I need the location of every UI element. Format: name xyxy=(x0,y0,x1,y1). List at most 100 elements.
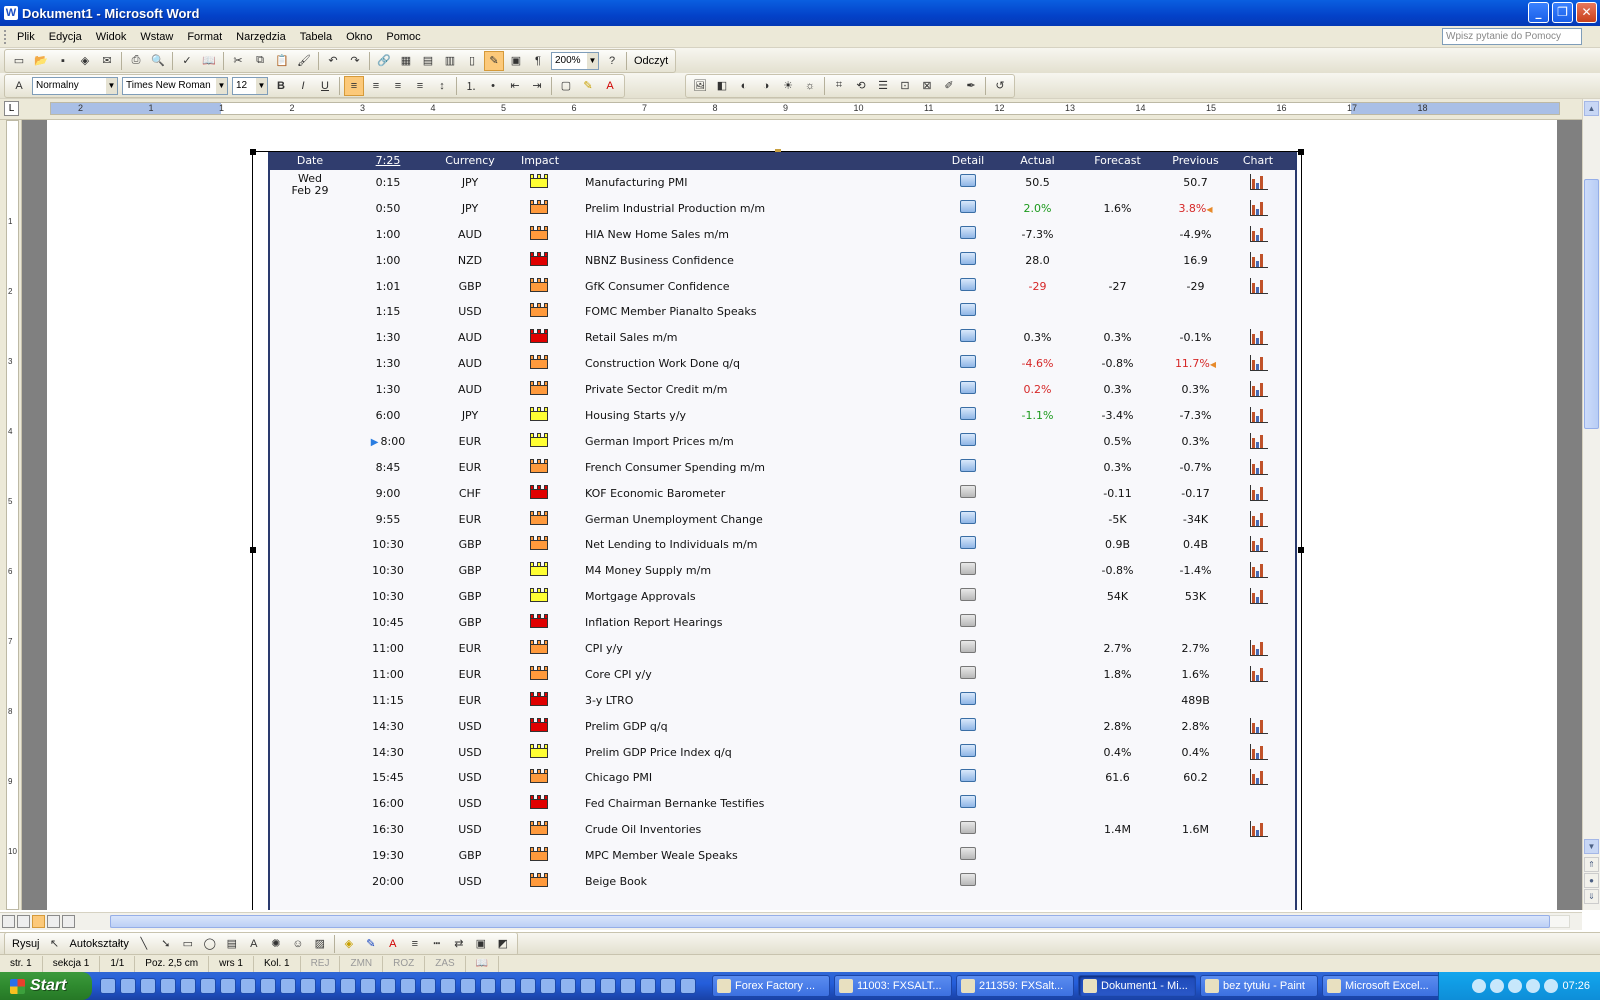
row-event[interactable]: Crude Oil Inventories xyxy=(585,823,701,836)
menu-item[interactable]: Plik xyxy=(10,26,42,48)
row-event[interactable]: Manufacturing PMI xyxy=(585,176,688,189)
close-button[interactable]: ✕ xyxy=(1576,2,1597,23)
hyperlink-icon[interactable]: 🔗 xyxy=(374,51,394,71)
help-search-input[interactable]: Wpisz pytanie do Pomocy xyxy=(1442,28,1582,45)
chart-icon[interactable] xyxy=(1250,277,1268,294)
shadow-icon[interactable]: ▣ xyxy=(471,934,491,954)
row-event[interactable]: German Unemployment Change xyxy=(585,513,763,526)
row-event[interactable]: Fed Chairman Bernanke Testifies xyxy=(585,797,764,810)
spelling-status-icon[interactable]: 📖 xyxy=(466,955,500,972)
impact-low-icon[interactable] xyxy=(530,562,548,577)
row-event[interactable]: Prelim GDP Price Index q/q xyxy=(585,746,732,759)
quick-launch-icon[interactable] xyxy=(300,978,316,994)
detail-icon[interactable] xyxy=(960,303,976,317)
quick-launch-icon[interactable] xyxy=(340,978,356,994)
chart-icon[interactable] xyxy=(1250,174,1268,190)
chart-icon[interactable] xyxy=(1250,355,1268,372)
impact-high-icon[interactable] xyxy=(530,484,548,499)
line-style-icon[interactable]: ☰ xyxy=(873,76,893,96)
reading-view-icon[interactable] xyxy=(62,915,75,928)
chart-icon[interactable] xyxy=(1250,381,1268,398)
row-event[interactable]: GfK Consumer Confidence xyxy=(585,280,730,293)
vertical-ruler-strip[interactable]: 1 2 3 4 5 6 7 8 9 10 xyxy=(6,120,19,910)
scroll-down-icon[interactable]: ▼ xyxy=(1584,839,1599,854)
cut-icon[interactable]: ✂ xyxy=(228,51,248,71)
format-picture-icon[interactable]: ✐ xyxy=(939,76,959,96)
impact-low-icon[interactable] xyxy=(530,174,548,188)
help-icon[interactable]: ? xyxy=(602,51,622,71)
quick-launch-icon[interactable] xyxy=(200,978,216,994)
oval-icon[interactable]: ◯ xyxy=(200,934,220,954)
resize-handle[interactable] xyxy=(250,547,256,553)
quick-launch-icon[interactable] xyxy=(440,978,456,994)
spelling-icon[interactable]: ✓ xyxy=(177,51,197,71)
quick-launch-icon[interactable] xyxy=(320,978,336,994)
taskbar-button[interactable]: Forex Factory ... xyxy=(712,975,830,997)
quick-launch-icon[interactable] xyxy=(660,978,676,994)
tab-selector[interactable]: L xyxy=(4,101,19,116)
taskbar-button[interactable]: Microsoft Excel... xyxy=(1322,975,1440,997)
quick-launch-icon[interactable] xyxy=(480,978,496,994)
normal-view-icon[interactable] xyxy=(2,915,15,928)
impact-medium-icon[interactable] xyxy=(530,847,548,862)
font-select[interactable]: Times New Roman ▼ xyxy=(122,76,228,95)
detail-icon[interactable] xyxy=(960,821,976,835)
chart-icon[interactable] xyxy=(1250,510,1268,527)
taskbar-button[interactable]: 11003: FXSALT... xyxy=(834,975,952,997)
underline-icon[interactable]: U xyxy=(315,76,335,96)
vertical-scrollbar[interactable]: ▲ ▼ ⇑ ● ⇓ xyxy=(1582,99,1600,910)
row-event[interactable]: Mortgage Approvals xyxy=(585,590,696,603)
save-icon[interactable]: ▪ xyxy=(53,51,73,71)
clip-art-icon[interactable]: ☺ xyxy=(288,934,308,954)
insert-excel-icon[interactable]: ▥ xyxy=(440,51,460,71)
zoom-select[interactable]: 200% ▼ xyxy=(551,51,599,70)
new-document-icon[interactable]: ▭ xyxy=(9,51,29,71)
resize-handle[interactable] xyxy=(1298,149,1304,155)
chart-icon[interactable] xyxy=(1250,432,1268,449)
detail-icon[interactable] xyxy=(960,588,976,602)
quick-launch-icon[interactable] xyxy=(180,978,196,994)
line-color-icon[interactable]: ✎ xyxy=(361,934,381,954)
chart-icon[interactable] xyxy=(1250,407,1268,424)
taskbar-button[interactable]: 211359: FXSalt... xyxy=(956,975,1074,997)
detail-icon[interactable] xyxy=(960,562,976,576)
restore-button[interactable]: ❐ xyxy=(1552,2,1573,23)
impact-medium-icon[interactable] xyxy=(530,665,548,680)
detail-icon[interactable] xyxy=(960,407,976,421)
impact-high-icon[interactable] xyxy=(530,795,548,810)
quick-launch-icon[interactable] xyxy=(160,978,176,994)
detail-icon[interactable] xyxy=(960,251,976,266)
quick-launch-icon[interactable] xyxy=(540,978,556,994)
drawing-icon[interactable]: ✎ xyxy=(484,50,504,71)
web-layout-icon[interactable] xyxy=(17,915,30,928)
detail-icon[interactable] xyxy=(960,665,976,680)
tray-icon[interactable] xyxy=(1508,979,1523,993)
quick-launch-icon[interactable] xyxy=(380,978,396,994)
impact-medium-icon[interactable] xyxy=(530,873,548,888)
draw-menu-button[interactable]: Rysuj xyxy=(8,938,44,950)
chart-icon[interactable] xyxy=(1250,536,1268,553)
quick-launch-icon[interactable] xyxy=(640,978,656,994)
dash-style-icon[interactable]: ┅ xyxy=(427,934,447,954)
insert-picture-icon[interactable]: 🖼 xyxy=(690,76,710,96)
detail-icon[interactable] xyxy=(960,355,976,369)
scroll-thumb[interactable] xyxy=(110,915,1550,928)
status-record[interactable]: REJ xyxy=(301,955,341,972)
quick-launch-icon[interactable] xyxy=(260,978,276,994)
row-event[interactable]: M4 Money Supply m/m xyxy=(585,564,711,577)
row-event[interactable]: Retail Sales m/m xyxy=(585,331,678,344)
chart-icon[interactable] xyxy=(1250,769,1268,786)
open-folder-icon[interactable]: 📂 xyxy=(31,51,51,71)
quick-launch-icon[interactable] xyxy=(600,978,616,994)
row-event[interactable]: MPC Member Weale Speaks xyxy=(585,849,738,862)
chart-icon[interactable] xyxy=(1250,821,1268,838)
detail-icon[interactable] xyxy=(960,717,976,732)
font-color-icon[interactable]: A xyxy=(600,76,620,96)
quick-launch-icon[interactable] xyxy=(100,978,116,994)
chart-icon[interactable] xyxy=(1250,717,1268,734)
previous-page-icon[interactable]: ⇑ xyxy=(1584,857,1599,872)
quick-launch-icon[interactable] xyxy=(420,978,436,994)
menu-item[interactable]: Format xyxy=(180,26,229,48)
select-objects-icon[interactable]: ↖ xyxy=(45,934,65,954)
detail-icon[interactable] xyxy=(960,432,976,447)
